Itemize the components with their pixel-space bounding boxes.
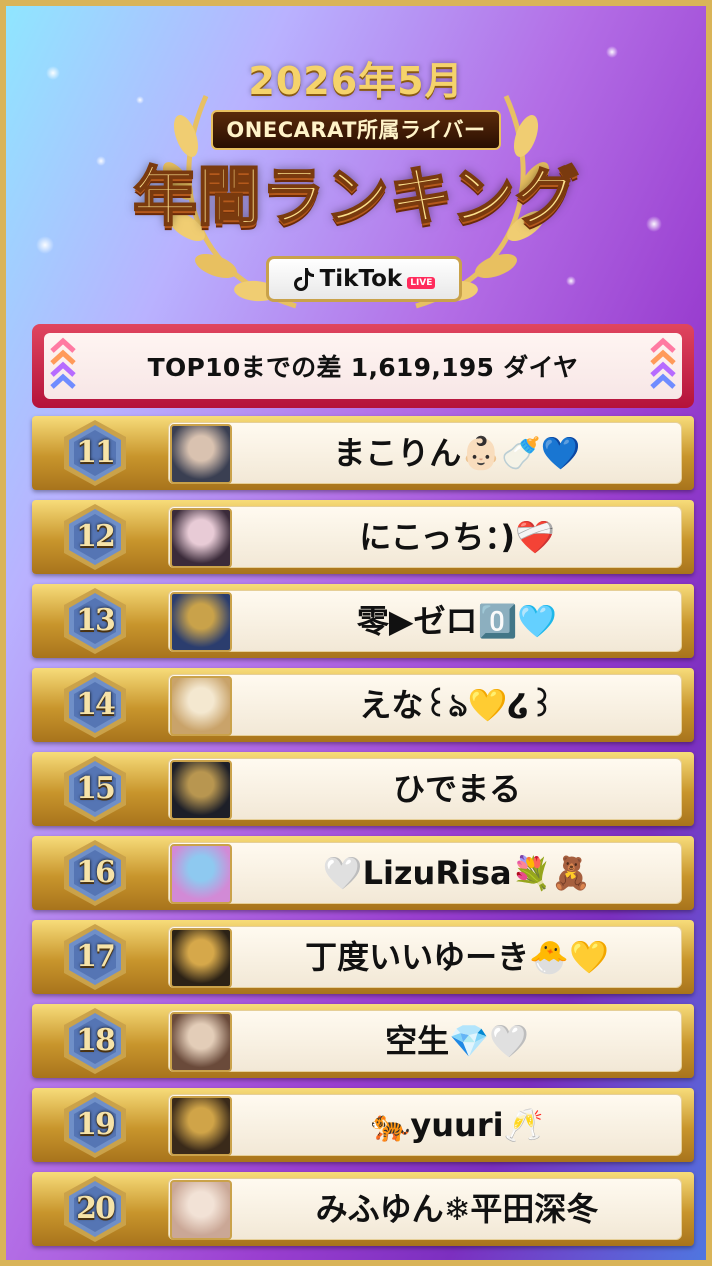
avatar	[170, 592, 232, 652]
avatar	[170, 1012, 232, 1072]
avatar	[170, 760, 232, 820]
avatar	[170, 844, 232, 904]
ranking-row: 13 零▶︎ゼロ0️⃣🩵	[32, 584, 694, 658]
ranking-row: 12 にこっち：)❤️‍🩹	[32, 500, 694, 574]
ranking-poster: 2026年5月 ONECARAT所属ライバー 年間ランキング TikTok LI…	[0, 0, 712, 1266]
rank-number: 19	[76, 1107, 116, 1142]
liver-name: まこりん👶🏻🍼💙	[333, 434, 581, 472]
rank-number: 16	[76, 855, 116, 890]
rank-number: 17	[76, 939, 116, 974]
ranking-row: 14 えな꒰ঌ💛໒꒱	[32, 668, 694, 742]
avatar	[170, 928, 232, 988]
gap-banner-inner: TOP10までの差 1,619,195 ダイヤ	[44, 333, 682, 399]
avatar	[170, 1096, 232, 1156]
ranking-row: 18 空生💎🤍	[32, 1004, 694, 1078]
org-label: ONECARAT所属ライバー	[211, 110, 501, 150]
gap-text: TOP10までの差 1,619,195 ダイヤ	[147, 353, 579, 382]
live-tag: LIVE	[407, 277, 436, 289]
ranking-row: 17 丁度いいゆーき🐣💛	[32, 920, 694, 994]
chevron-up-icon	[50, 337, 76, 389]
ranking-row: 16 🤍LizuRisa💐🧸	[32, 836, 694, 910]
rank-number: 13	[76, 603, 116, 638]
ranking-row: 19 🐅yuuri🥂	[32, 1088, 694, 1162]
avatar	[170, 1180, 232, 1240]
avatar	[170, 508, 232, 568]
tiktok-live-badge: TikTok LIVE	[266, 256, 462, 302]
avatar	[170, 676, 232, 736]
ranking-row: 11 まこりん👶🏻🍼💙	[32, 416, 694, 490]
rank-number: 15	[76, 771, 116, 806]
rank-number: 14	[76, 687, 116, 722]
chevron-up-icon	[650, 337, 676, 389]
ranking-row: 15 ひでまる	[32, 752, 694, 826]
liver-name: 🤍LizuRisa💐🧸	[322, 854, 592, 892]
rank-number: 11	[76, 435, 116, 470]
liver-name: 空生💎🤍	[385, 1022, 529, 1060]
liver-name: みふゆん❄︎平田深冬	[315, 1190, 599, 1228]
rank-number: 20	[76, 1191, 116, 1226]
tiktok-logo-icon	[293, 268, 314, 291]
gap-banner: TOP10までの差 1,619,195 ダイヤ	[32, 324, 694, 408]
avatar	[170, 424, 232, 484]
liver-name: にこっち：)❤️‍🩹	[359, 518, 555, 556]
main-title: 年間ランキング	[132, 160, 580, 236]
liver-name: 零▶︎ゼロ0️⃣🩵	[356, 602, 558, 640]
liver-name: 丁度いいゆーき🐣💛	[305, 938, 609, 976]
rank-number: 12	[76, 519, 116, 554]
platform-name: TikTok	[319, 266, 403, 292]
liver-name: えな꒰ঌ💛໒꒱	[359, 686, 555, 724]
header: 2026年5月 ONECARAT所属ライバー 年間ランキング TikTok LI…	[6, 6, 706, 316]
rank-number: 18	[76, 1023, 116, 1058]
ranking-row: 20 みふゆん❄︎平田深冬	[32, 1172, 694, 1246]
year-month-title: 2026年5月	[248, 59, 464, 103]
liver-name: ひでまる	[392, 770, 521, 808]
liver-name: 🐅yuuri🥂	[370, 1106, 544, 1144]
